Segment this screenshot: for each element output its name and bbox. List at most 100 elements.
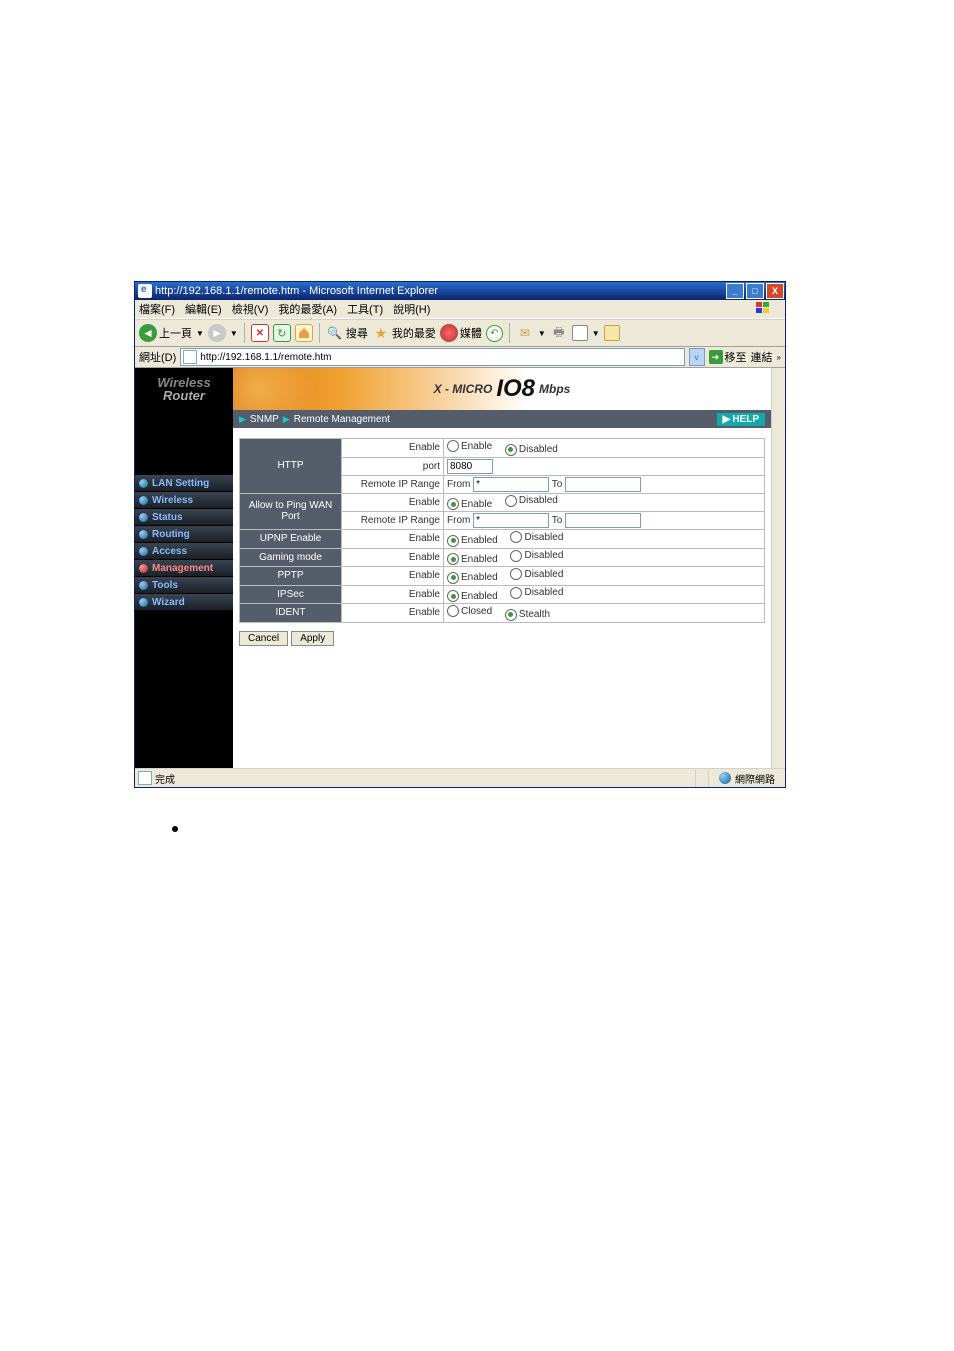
apply-button[interactable]: Apply: [291, 631, 334, 646]
sidebar-item-management[interactable]: Management: [135, 560, 233, 577]
sidebar-item-wireless[interactable]: Wireless: [135, 492, 233, 509]
ident-closed-radio[interactable]: Closed: [447, 605, 492, 617]
menu-view[interactable]: 檢視(V): [232, 301, 269, 317]
ident-stealth-radio[interactable]: Stealth: [505, 609, 550, 621]
ping-enable-radio[interactable]: Enable: [447, 498, 492, 510]
scrollbar[interactable]: [771, 368, 785, 768]
help-button[interactable]: ▶HELP: [717, 413, 765, 426]
http-enable-radio[interactable]: Enable: [447, 440, 492, 452]
sidebar-item-tools[interactable]: Tools: [135, 577, 233, 594]
cancel-button[interactable]: Cancel: [239, 631, 288, 646]
crumb-remote: Remote Management: [294, 414, 390, 425]
favorites-button[interactable]: ★我的最愛: [372, 324, 436, 342]
menu-help[interactable]: 說明(H): [393, 301, 430, 317]
sidebar-item-routing[interactable]: Routing: [135, 526, 233, 543]
edit-icon[interactable]: [572, 325, 588, 341]
links-label[interactable]: 連結: [751, 349, 773, 365]
http-disable-radio[interactable]: Disabled: [505, 444, 558, 456]
sidebar-item-access[interactable]: Access: [135, 543, 233, 560]
bullet-icon: [139, 530, 148, 539]
pptp-category: PPTP: [240, 567, 342, 586]
http-range-to-input[interactable]: [565, 477, 641, 492]
breadcrumb: ▶ SNMP ▶ Remote Management ▶HELP: [233, 410, 771, 428]
ping-range-to-input[interactable]: [565, 513, 641, 528]
sidebar-item-label: Access: [152, 546, 187, 557]
history-icon[interactable]: ↶: [486, 325, 503, 342]
minimize-button[interactable]: _: [726, 283, 744, 299]
gaming-enable-radio[interactable]: Enabled: [447, 553, 498, 565]
menu-edit[interactable]: 編輯(E): [185, 301, 222, 317]
search-button[interactable]: 🔍搜尋: [326, 324, 368, 342]
http-port-input[interactable]: [447, 459, 493, 474]
gaming-category: Gaming mode: [240, 548, 342, 567]
print-icon[interactable]: 🖶: [550, 324, 568, 342]
help-arrow-icon: ▶: [723, 414, 731, 425]
bullet-icon: [139, 496, 148, 505]
arrow-icon: ▶: [239, 414, 246, 425]
sidebar-item-label: Wireless: [152, 495, 193, 506]
upnp-category: UPNP Enable: [240, 530, 342, 549]
sidebar-item-label: LAN Setting: [152, 478, 209, 489]
status-bar: 完成 網際網路: [135, 768, 785, 787]
pptp-enable-radio[interactable]: Enabled: [447, 572, 498, 584]
sidebar-item-label: Wizard: [152, 597, 185, 608]
bullet-icon: [139, 513, 148, 522]
crumb-snmp[interactable]: SNMP: [250, 414, 279, 425]
zone-indicator: 網際網路: [708, 769, 785, 787]
arrow-icon: ▶: [283, 414, 290, 425]
ping-category: Allow to Ping WAN Port: [240, 493, 342, 530]
sidebar-item-wizard[interactable]: Wizard: [135, 594, 233, 611]
forward-button[interactable]: ►▼: [208, 324, 238, 342]
ipsec-category: IPSec: [240, 585, 342, 604]
window-title: http://192.168.1.1/remote.htm - Microsof…: [155, 285, 438, 297]
http-category: HTTP: [240, 439, 342, 494]
menu-file[interactable]: 檔案(F): [139, 301, 175, 317]
stop-icon[interactable]: ✕: [251, 324, 269, 342]
menu-favorites[interactable]: 我的最愛(A): [278, 301, 337, 317]
router-logo: Wireless Router: [135, 368, 233, 410]
ipsec-disable-radio[interactable]: Disabled: [510, 587, 563, 599]
ipsec-enable-radio[interactable]: Enabled: [447, 590, 498, 602]
ping-disable-radio[interactable]: Disabled: [505, 495, 558, 507]
bullet-icon: [139, 479, 148, 488]
close-button[interactable]: X: [766, 283, 784, 299]
status-text: 完成: [155, 771, 175, 786]
page-icon: [138, 771, 152, 785]
upnp-disable-radio[interactable]: Disabled: [510, 531, 563, 543]
address-bar: 網址(D) http://192.168.1.1/remote.htm v ➔移…: [135, 347, 785, 368]
address-field[interactable]: http://192.168.1.1/remote.htm: [180, 348, 684, 366]
window-titlebar: http://192.168.1.1/remote.htm - Microsof…: [135, 282, 785, 300]
bullet-icon: [139, 547, 148, 556]
bullet-icon: [139, 598, 148, 607]
ping-range-from-input[interactable]: [473, 513, 549, 528]
maximize-button[interactable]: □: [746, 283, 764, 299]
bullet-icon: [139, 564, 148, 573]
toolbar: ◄上一頁▼ ►▼ ✕ ↻ 🔍搜尋 ★我的最愛 媒體 ↶ ✉▼ 🖶 ▼: [135, 319, 785, 347]
ident-category: IDENT: [240, 604, 342, 623]
globe-icon: [719, 772, 731, 784]
discuss-icon[interactable]: [604, 325, 620, 341]
http-range-from-input[interactable]: [473, 477, 549, 492]
sidebar: Wireless Router LAN Setting Wireless Sta…: [135, 368, 233, 768]
sidebar-item-label: Status: [152, 512, 183, 523]
address-dropdown[interactable]: v: [689, 348, 705, 366]
refresh-icon[interactable]: ↻: [273, 324, 291, 342]
media-button[interactable]: 媒體: [440, 324, 482, 342]
gaming-disable-radio[interactable]: Disabled: [510, 550, 563, 562]
mail-icon[interactable]: ✉: [516, 324, 534, 342]
address-label: 網址(D): [139, 349, 176, 365]
sidebar-item-lan[interactable]: LAN Setting: [135, 475, 233, 492]
bullet-marker: [172, 826, 178, 832]
page-icon: [183, 350, 197, 364]
go-button[interactable]: ➔移至: [709, 349, 747, 365]
menu-tools[interactable]: 工具(T): [347, 301, 383, 317]
sidebar-item-status[interactable]: Status: [135, 509, 233, 526]
pptp-disable-radio[interactable]: Disabled: [510, 568, 563, 580]
ie-icon: [138, 284, 152, 298]
home-icon[interactable]: [295, 324, 313, 342]
sidebar-item-label: Tools: [152, 580, 178, 591]
sidebar-item-label: Management: [152, 563, 213, 574]
upnp-enable-radio[interactable]: Enabled: [447, 535, 498, 547]
windows-flag-icon: [755, 301, 771, 315]
back-button[interactable]: ◄上一頁▼: [139, 324, 204, 342]
